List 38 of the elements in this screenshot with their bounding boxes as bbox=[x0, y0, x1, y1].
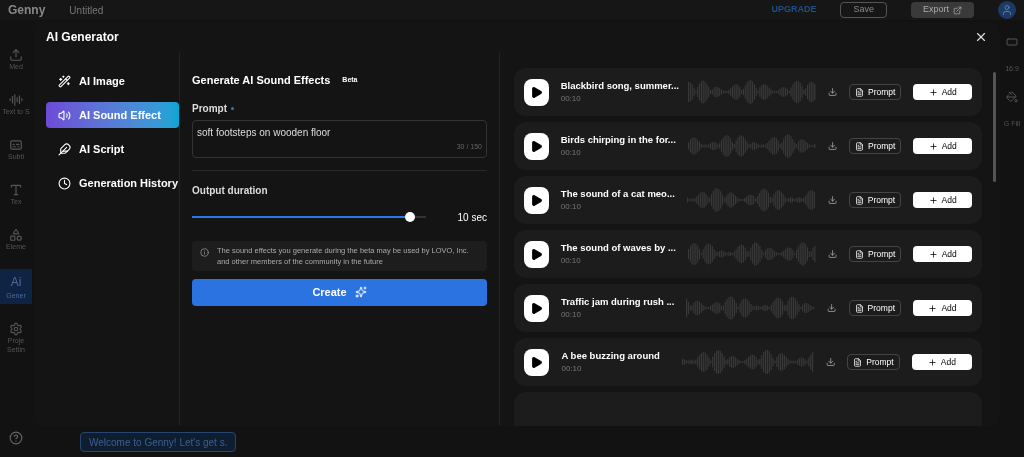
add-button[interactable]: Add bbox=[913, 84, 972, 100]
add-button[interactable]: Add bbox=[911, 354, 972, 370]
create-button[interactable]: Create bbox=[192, 278, 487, 306]
nav-item[interactable]: Generation History bbox=[46, 170, 179, 196]
sound-duration: 00:10 bbox=[561, 363, 583, 376]
export-button[interactable]: Export bbox=[911, 2, 974, 18]
prompt-button[interactable]: Prompt bbox=[849, 84, 902, 100]
prompt-label: Prompt bbox=[192, 101, 227, 116]
save-button[interactable]: Save bbox=[840, 2, 887, 18]
sound-duration: 00:10 bbox=[560, 309, 582, 322]
project-title: Untitled bbox=[69, 3, 104, 18]
prompt-button[interactable]: Prompt bbox=[848, 300, 901, 316]
duration-label: Output duration bbox=[192, 183, 269, 198]
sound-title: Traffic jam during rush ... bbox=[560, 294, 675, 309]
add-button[interactable]: Add bbox=[913, 138, 972, 154]
add-button[interactable]: Add bbox=[913, 246, 972, 262]
sound-title: The sound of waves by ... bbox=[560, 240, 676, 255]
sound-duration: 00:10 bbox=[560, 201, 582, 214]
nav-item[interactable]: AI Image bbox=[46, 68, 179, 94]
sound-title: The sound of a cat meo... bbox=[560, 186, 675, 201]
duration-value: 10 sec bbox=[457, 210, 487, 225]
ai-icon: Ai bbox=[10, 273, 22, 291]
app-logo: Genny bbox=[8, 2, 46, 19]
dialog-title: AI Generator bbox=[46, 29, 119, 46]
prompt-button[interactable]: Prompt bbox=[848, 192, 902, 208]
nav-item[interactable]: AI Sound Effect bbox=[46, 102, 179, 128]
nav-item[interactable]: AI Script bbox=[46, 136, 179, 162]
prompt-button[interactable]: Prompt bbox=[847, 354, 900, 370]
sound-title: A bee buzzing around bbox=[561, 348, 661, 363]
sound-duration: 00:10 bbox=[560, 255, 582, 268]
prompt-button[interactable]: Prompt bbox=[849, 246, 902, 262]
sound-duration: 00:10 bbox=[560, 93, 582, 106]
sound-duration: 00:10 bbox=[560, 147, 582, 160]
add-button[interactable]: Add bbox=[913, 192, 972, 208]
add-button[interactable]: Add bbox=[913, 300, 972, 316]
panel-title: Generate AI Sound Effects bbox=[192, 73, 331, 88]
prompt-button[interactable]: Prompt bbox=[849, 138, 902, 154]
sound-title: Birds chirping in the for... bbox=[560, 132, 676, 147]
